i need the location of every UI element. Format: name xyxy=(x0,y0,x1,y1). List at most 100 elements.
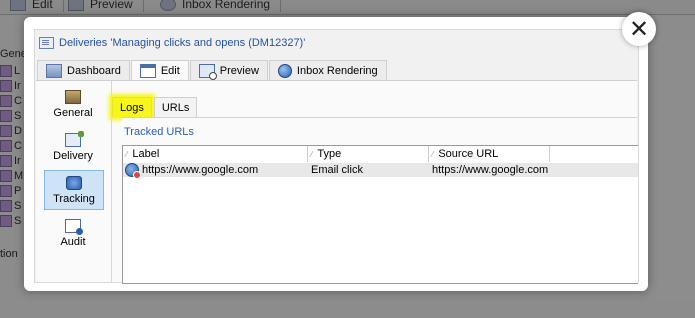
item-icon xyxy=(0,169,12,182)
bg-row: Ir xyxy=(0,79,21,92)
edit-icon xyxy=(10,0,26,11)
bg-row: S xyxy=(0,214,21,227)
item-icon xyxy=(0,94,12,107)
bg-row: M xyxy=(0,169,23,182)
bg-row: C xyxy=(0,139,22,152)
item-icon xyxy=(0,109,12,122)
bg-row-text: S xyxy=(14,199,22,212)
cell-type-text: Email click xyxy=(311,164,363,176)
column-header-source-url[interactable]: ⁄ Source URL xyxy=(429,146,550,162)
delivery-icon xyxy=(65,130,84,147)
nav-delivery-label: Delivery xyxy=(53,149,93,162)
tracked-urls-panel: Tracked URLs ⁄ Label ⁄ Type ⁄ Source URL… xyxy=(122,117,638,284)
nav-tracking[interactable]: Tracking xyxy=(44,170,104,210)
edit-icon xyxy=(139,64,156,78)
nav-general[interactable]: General xyxy=(44,85,102,123)
nav-audit[interactable]: Audit xyxy=(44,214,102,252)
main-tab-bar: Dashboard Edit Preview Inbox Rendering xyxy=(37,60,388,81)
bg-row: S xyxy=(0,109,21,122)
bg-row: P xyxy=(0,184,21,197)
globe-icon xyxy=(277,63,292,78)
item-icon xyxy=(0,124,12,137)
bg-row: L xyxy=(0,64,20,77)
bg-row-text: M xyxy=(14,169,24,182)
tracking-icon xyxy=(66,175,82,190)
sub-tab-logs[interactable]: Logs xyxy=(112,97,152,117)
nav-delivery[interactable]: Delivery xyxy=(44,128,102,166)
tab-inbox-rendering[interactable]: Inbox Rendering xyxy=(268,60,387,80)
sub-tab-urls-label: URLs xyxy=(161,101,190,114)
tab-preview[interactable]: Preview xyxy=(189,60,268,80)
delivery-window: Deliveries 'Managing clicks and opens (D… xyxy=(34,29,639,284)
window-title: Deliveries 'Managing clicks and opens (D… xyxy=(39,35,305,51)
column-header-label-text: Label xyxy=(132,148,160,160)
bg-row: Ir xyxy=(0,154,21,167)
column-header-source-url-text: Source URL xyxy=(438,148,499,160)
column-header-type[interactable]: ⁄ Type xyxy=(308,146,429,162)
general-icon xyxy=(65,89,81,104)
bg-row-text: L xyxy=(14,64,21,77)
cell-source-url: https://www.google.com xyxy=(432,163,632,177)
tab-dashboard[interactable]: Dashboard xyxy=(37,60,130,80)
window-title-text: Deliveries 'Managing clicks and opens (D… xyxy=(59,37,306,49)
bg-row-text: P xyxy=(14,184,22,197)
item-icon xyxy=(0,184,12,197)
edit-left-nav: General Delivery Tracking Audit xyxy=(36,81,112,282)
cell-label-text: https://www.google.com xyxy=(142,164,259,176)
table-row[interactable]: https://www.google.com Email click https… xyxy=(123,163,638,179)
bg-row-text: Ir xyxy=(14,154,21,167)
tab-inbox-rendering-label: Inbox Rendering xyxy=(296,64,378,77)
column-header-type-text: Type xyxy=(317,148,342,160)
bg-tab-edit-label: Edit xyxy=(32,0,53,11)
tab-preview-label: Preview xyxy=(219,64,259,77)
cell-type: Email click xyxy=(311,163,429,177)
bg-row-text: D xyxy=(14,124,22,137)
sub-tab-urls[interactable]: URLs xyxy=(153,97,198,117)
bg-row-text: C xyxy=(14,139,22,152)
tab-edit-label: Edit xyxy=(160,65,180,77)
bg-tab-preview: Preview xyxy=(58,0,144,12)
table-header-row: ⁄ Label ⁄ Type ⁄ Source URL xyxy=(123,146,638,162)
item-icon xyxy=(0,214,12,227)
item-icon xyxy=(0,64,12,77)
bg-row-text: C xyxy=(14,94,22,107)
delivery-doc-icon xyxy=(39,37,54,49)
url-globe-icon xyxy=(125,163,141,179)
sort-icon: ⁄ xyxy=(311,149,313,159)
item-icon xyxy=(0,199,12,212)
sort-icon: ⁄ xyxy=(126,149,128,159)
background-toolbar: Edit Preview Inbox Rendering xyxy=(0,0,695,15)
item-icon xyxy=(0,139,12,152)
bg-row: C xyxy=(0,94,22,107)
bg-tab-inbox-label: Inbox Rendering xyxy=(182,0,271,11)
bg-row-text: S xyxy=(14,109,22,122)
bg-row-text: Ir xyxy=(14,79,21,92)
item-icon xyxy=(0,154,12,167)
bg-tab-inbox-rendering: Inbox Rendering xyxy=(150,0,282,12)
bg-row: S xyxy=(0,199,21,212)
bg-row-text: S xyxy=(14,214,22,227)
tab-dashboard-label: Dashboard xyxy=(67,64,121,77)
dashboard-icon xyxy=(46,63,62,78)
bg-tab-edit: Edit xyxy=(0,0,64,12)
nav-general-label: General xyxy=(53,106,93,119)
preview-icon xyxy=(198,63,217,80)
panel-title: Tracked URLs xyxy=(124,126,194,138)
globe-icon xyxy=(160,0,176,11)
sub-tab-logs-label: Logs xyxy=(120,101,144,114)
close-button[interactable]: ✕ xyxy=(622,12,656,46)
column-header-label[interactable]: ⁄ Label xyxy=(123,146,308,162)
bg-row: D xyxy=(0,124,22,137)
audit-icon xyxy=(65,218,83,235)
edit-content: General Delivery Tracking Audit Logs URL… xyxy=(36,80,638,284)
cell-label: https://www.google.com xyxy=(123,163,307,179)
tracking-sub-tabs: Logs URLs xyxy=(112,97,199,117)
bg-tab-preview-label: Preview xyxy=(90,0,133,11)
preview-icon xyxy=(68,0,84,11)
close-icon: ✕ xyxy=(628,15,650,43)
tab-edit[interactable]: Edit xyxy=(130,60,189,81)
sort-icon: ⁄ xyxy=(432,149,434,159)
tracked-urls-table: ⁄ Label ⁄ Type ⁄ Source URL https://www.… xyxy=(122,145,638,284)
item-icon xyxy=(0,79,12,92)
cell-source-url-text: https://www.google.com xyxy=(432,164,549,176)
